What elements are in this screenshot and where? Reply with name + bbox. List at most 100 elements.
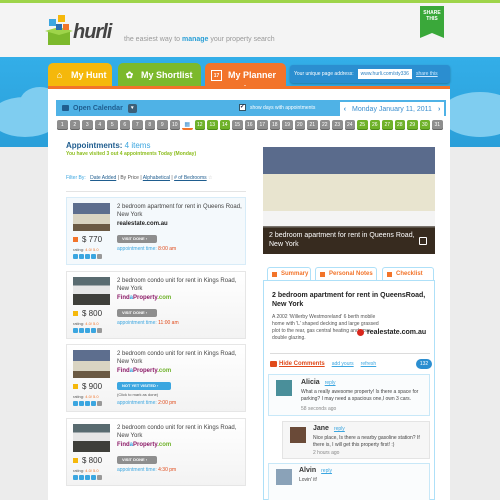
- rating-stars: [73, 475, 102, 480]
- hide-comments-link[interactable]: Hide Comments: [279, 361, 325, 367]
- tab-my-shortlist[interactable]: ✿ My Shortlist: [118, 63, 201, 87]
- price-icon: [73, 384, 78, 389]
- day-button[interactable]: 29: [407, 120, 418, 130]
- visit-status-button[interactable]: VISIT DONE ›: [117, 309, 157, 317]
- day-button[interactable]: 23: [332, 120, 343, 130]
- comment-count-badge: 132: [416, 359, 432, 369]
- day-button[interactable]: 25: [357, 120, 368, 130]
- visit-status-button[interactable]: NOT YET VISITED ›: [117, 382, 171, 390]
- day-button[interactable]: 15: [232, 120, 243, 130]
- share-this-button[interactable]: SHARE THIS: [420, 6, 444, 38]
- day-button[interactable]: 10: [169, 120, 180, 130]
- visit-status-button[interactable]: VISIT DONE ›: [117, 235, 157, 243]
- reply-link[interactable]: reply: [321, 468, 332, 474]
- price: $ 900: [73, 382, 102, 391]
- home-icon: ⌂: [56, 69, 63, 80]
- day-button[interactable]: 2: [69, 120, 80, 130]
- day-button[interactable]: 6: [119, 120, 130, 130]
- reply-link[interactable]: reply: [325, 380, 336, 386]
- day-button[interactable]: 21: [307, 120, 318, 130]
- day-button[interactable]: 20: [294, 120, 305, 130]
- day-button[interactable]: 5: [107, 120, 118, 130]
- appointment-time: appointment time: 2:00 pm: [117, 400, 177, 406]
- expand-icon[interactable]: [419, 237, 427, 245]
- appointment-title[interactable]: 2 bedroom condo unit for rent in Kings R…: [117, 350, 242, 366]
- star-icon[interactable]: ☆: [208, 175, 212, 181]
- day-button[interactable]: 7: [132, 120, 143, 130]
- rating-star-icon: [79, 254, 84, 259]
- visit-status-button[interactable]: VISIT DONE ›: [117, 456, 157, 464]
- show-days-checkbox[interactable]: ✓: [239, 104, 246, 111]
- day-button[interactable]: 13: [207, 120, 218, 130]
- day-button[interactable]: 27: [382, 120, 393, 130]
- day-button[interactable]: 12: [194, 120, 205, 130]
- filter-bedrooms[interactable]: # of Bedrooms: [174, 175, 207, 181]
- property-photo[interactable]: 2 bedroom apartment for rent in Queens R…: [263, 147, 435, 254]
- avatar: [276, 380, 292, 396]
- day-button[interactable]: 9: [157, 120, 168, 130]
- day-button[interactable]: 22: [319, 120, 330, 130]
- rating-stars: [73, 401, 102, 406]
- day-button[interactable]: 4: [94, 120, 105, 130]
- day-button[interactable]: 31: [432, 120, 443, 130]
- tab-personal-notes[interactable]: Personal Notes: [315, 267, 377, 280]
- rating-label: rating: 4.0/ 5.0: [73, 394, 99, 399]
- day-button[interactable]: 1: [57, 120, 68, 130]
- day-button[interactable]: 8: [144, 120, 155, 130]
- avatar: [276, 469, 292, 485]
- property-thumbnail[interactable]: [73, 203, 110, 231]
- rating-star-icon: [91, 254, 96, 259]
- comments-icon: [270, 361, 277, 367]
- refresh-link[interactable]: refresh: [361, 361, 377, 367]
- day-button[interactable]: 16: [244, 120, 255, 130]
- add-comment-link[interactable]: add yours: [332, 361, 354, 367]
- property-thumbnail[interactable]: [73, 424, 110, 452]
- appointment-title[interactable]: 2 bedroom condo unit for rent in Kings R…: [117, 424, 242, 440]
- tab-my-hunt[interactable]: ⌂ My Hunt: [48, 63, 112, 87]
- appointment-title[interactable]: 2 bedroom condo unit for rent in Kings R…: [117, 277, 242, 293]
- source-logo[interactable]: realestate.com.au: [357, 329, 426, 336]
- price-icon: [73, 311, 78, 316]
- tab-my-planner[interactable]: 17 My Planner: [205, 63, 286, 89]
- rating-label: rating: 4.0/ 5.0: [73, 321, 99, 326]
- share-this-link[interactable]: share this: [416, 71, 438, 77]
- tab-summary[interactable]: Summary: [267, 267, 311, 280]
- day-button[interactable]: 24: [344, 120, 355, 130]
- day-button[interactable]: 19: [282, 120, 293, 130]
- day-today[interactable]: ▦: [182, 120, 193, 130]
- rating-star-icon: [91, 475, 96, 480]
- day-button[interactable]: 28: [394, 120, 405, 130]
- page-address-field[interactable]: www.hurli.com/sty336: [357, 69, 412, 79]
- reply-link[interactable]: reply: [334, 426, 345, 432]
- day-button[interactable]: 14: [219, 120, 230, 130]
- prev-day-button[interactable]: ‹: [344, 106, 346, 113]
- filter-by-price[interactable]: By Price: [120, 175, 139, 181]
- brand-name: hurli: [73, 21, 112, 43]
- rating-star-icon: [73, 328, 78, 333]
- filter-alphabetical[interactable]: Alphabetical: [143, 175, 170, 181]
- rating-label: rating: 4.0/ 5.0: [73, 247, 99, 252]
- open-calendar-dropdown[interactable]: ▾: [127, 103, 137, 113]
- tab-checklist[interactable]: Checklist: [382, 267, 434, 280]
- property-thumbnail[interactable]: [73, 277, 110, 305]
- open-calendar-link[interactable]: Open Calendar: [73, 105, 123, 112]
- rating-label: rating: 4.0/ 5.0: [73, 468, 99, 473]
- current-date: Monday January 11, 2011: [352, 105, 432, 113]
- logo[interactable]: hurli: [45, 13, 115, 49]
- box-icon: ✿: [125, 69, 134, 80]
- next-day-button[interactable]: ›: [438, 106, 440, 113]
- rating-stars: [73, 254, 102, 259]
- day-button[interactable]: 3: [82, 120, 93, 130]
- appointment-title[interactable]: 2 bedroom apartment for rent in Queens R…: [117, 203, 242, 219]
- price-icon: [73, 458, 78, 463]
- property-thumbnail[interactable]: [73, 350, 110, 378]
- day-button[interactable]: 26: [369, 120, 380, 130]
- day-button[interactable]: 18: [269, 120, 280, 130]
- day-strip: 1 2 3 4 5 6 7 8 9 10 ▦ 12 13 14 15 16 17 18 19 20 21 22 23 24 25…: [57, 120, 447, 131]
- visit-note: (Click to mark as done): [117, 392, 159, 397]
- day-button[interactable]: 30: [419, 120, 430, 130]
- calendar-bar: Open Calendar ▾ ✓ show days with appoint…: [56, 100, 446, 116]
- filter-date-added[interactable]: Date Added: [90, 175, 116, 181]
- day-button[interactable]: 17: [257, 120, 268, 130]
- rating-star-icon: [97, 328, 102, 333]
